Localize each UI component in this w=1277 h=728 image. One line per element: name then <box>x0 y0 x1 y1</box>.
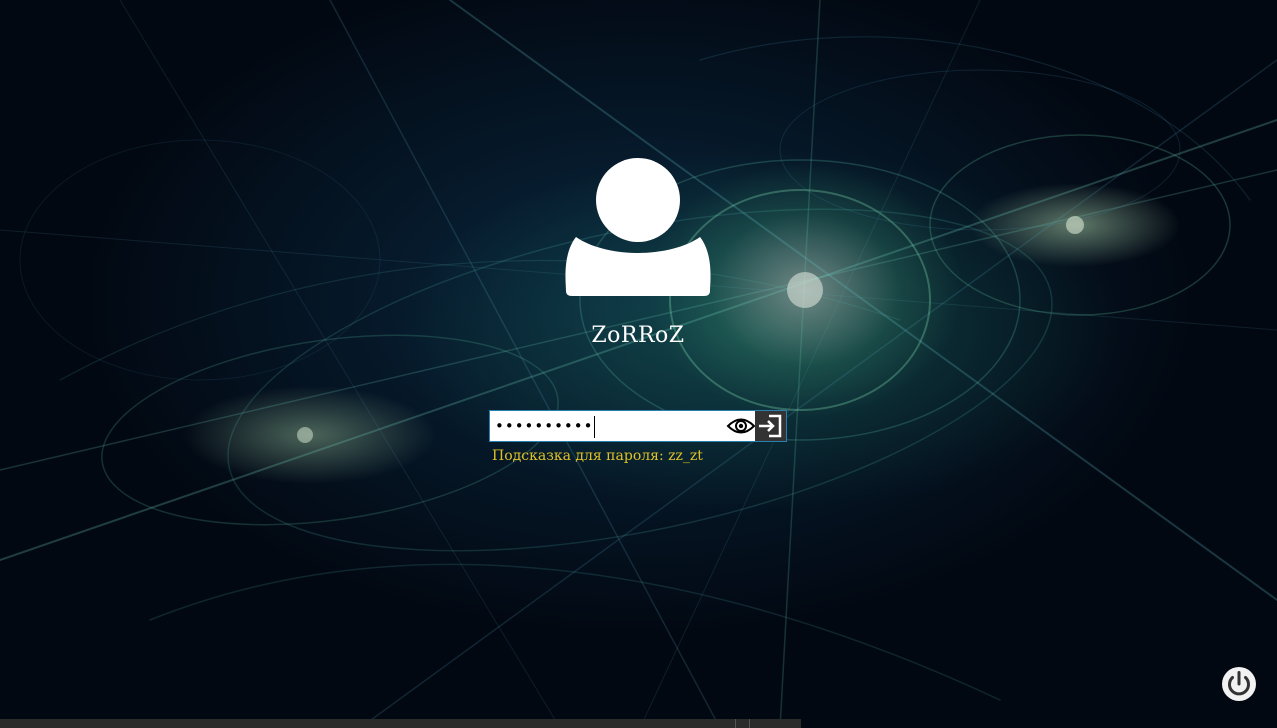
strip-divider <box>735 719 736 728</box>
bottom-taskbar-strip <box>0 719 801 728</box>
sign-in-arrow-icon <box>759 414 782 438</box>
power-icon[interactable] <box>1220 665 1258 703</box>
password-box: •••••••••• <box>489 410 787 442</box>
user-avatar-icon <box>565 158 711 296</box>
text-caret <box>594 415 596 438</box>
password-input[interactable]: •••••••••• <box>490 411 722 441</box>
lock-screen: ZoRRoZ •••••••••• Подсказка для пароля: … <box>0 0 1277 728</box>
submit-button[interactable] <box>755 411 786 441</box>
background-wallpaper <box>0 0 1277 728</box>
password-hint: Подсказка для пароля: zz_zt <box>492 448 703 464</box>
password-mask: •••••••••• <box>495 417 594 435</box>
eye-icon[interactable] <box>726 414 756 438</box>
strip-divider <box>749 719 750 728</box>
username-label: ZoRRoZ <box>591 323 685 348</box>
